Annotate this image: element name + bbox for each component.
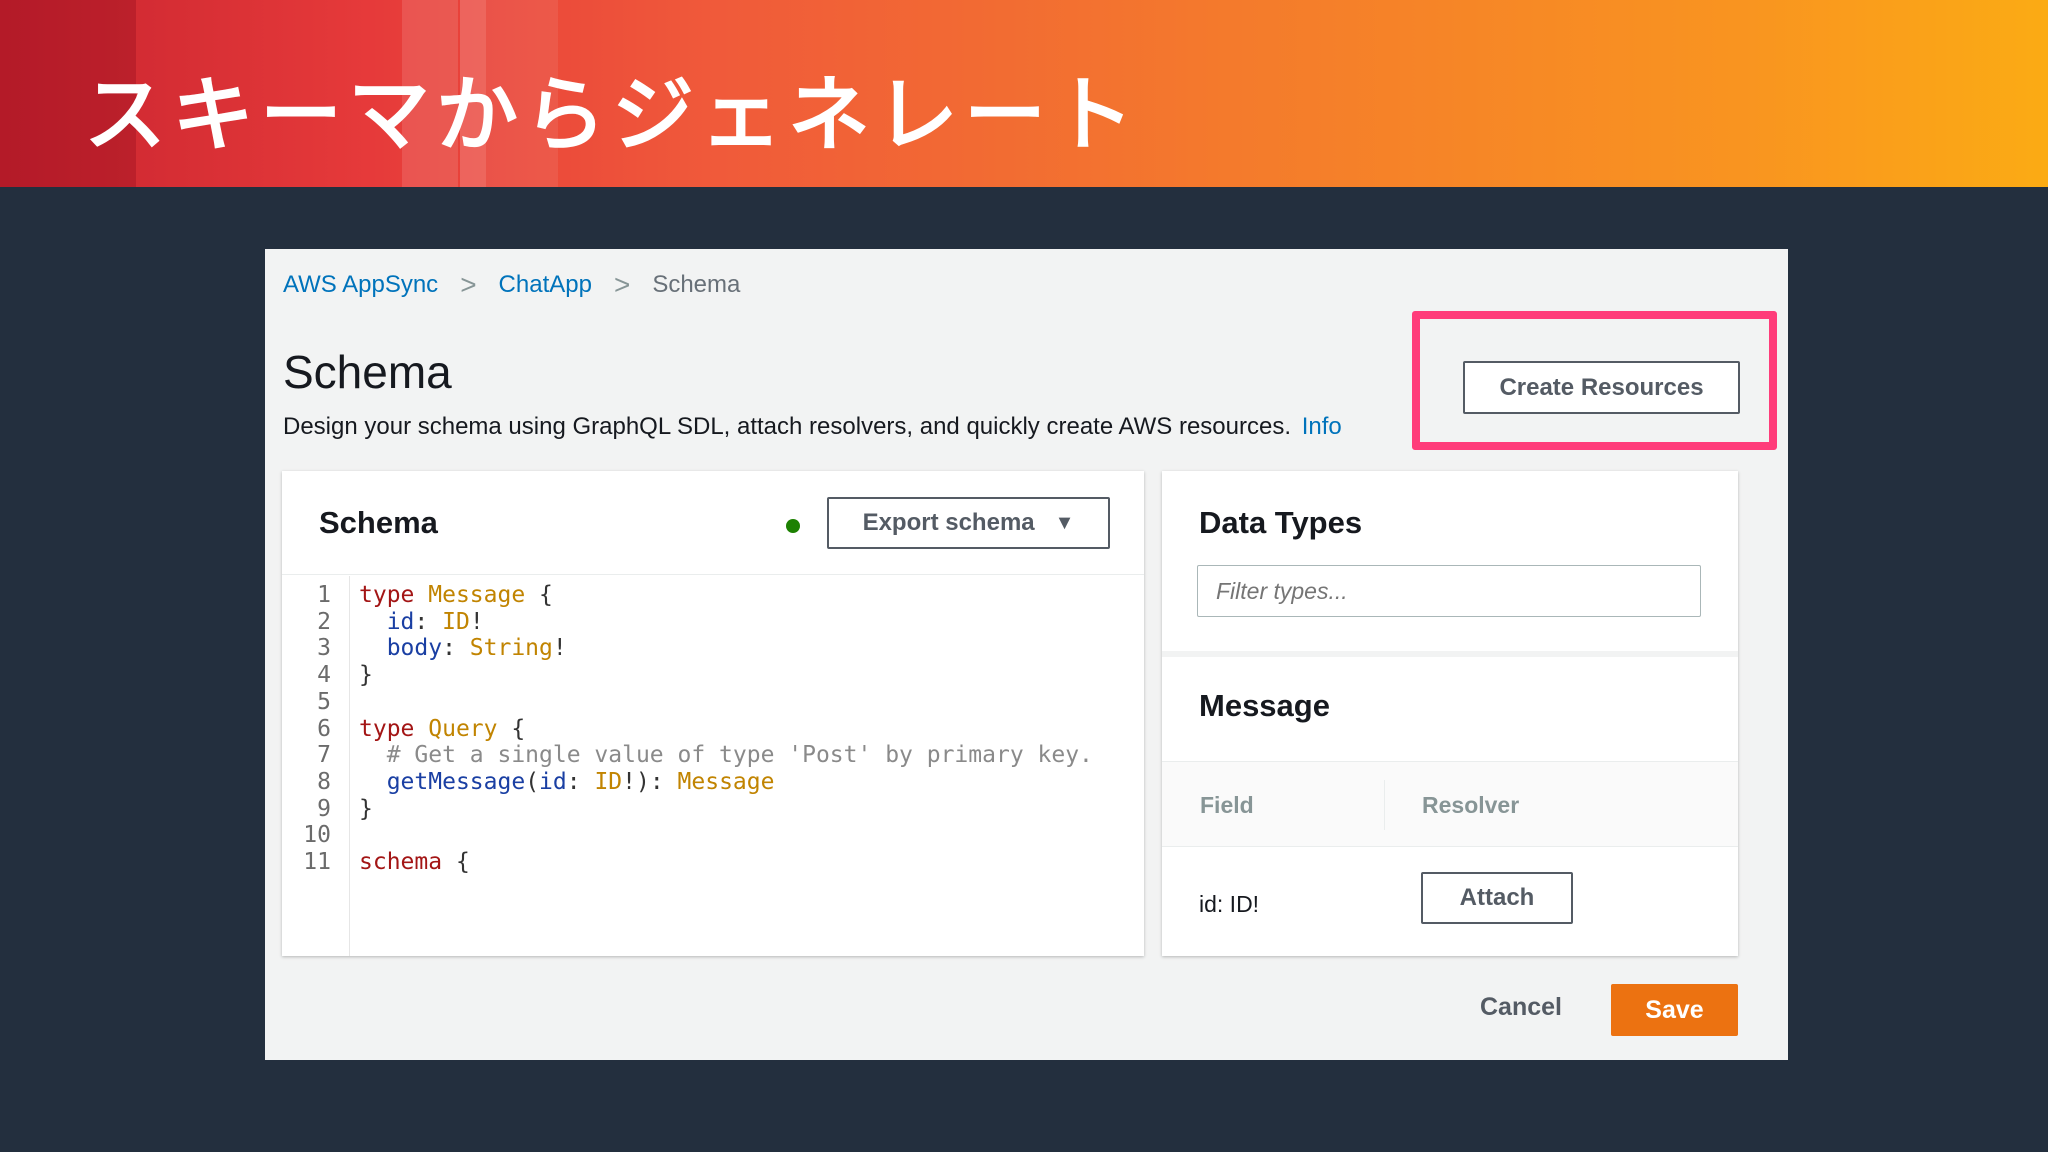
code-token: type — [359, 715, 429, 742]
caret-down-icon: ▼ — [1054, 511, 1075, 534]
column-header-resolver: Resolver — [1422, 792, 1520, 818]
code-token: ( — [525, 768, 540, 795]
breadcrumb: AWS AppSync > ChatApp > Schema — [283, 269, 740, 301]
schema-card-header: Schema Export schema ▼ — [282, 471, 1144, 575]
code-line: type Message { — [359, 582, 553, 608]
code-token: id — [386, 608, 415, 635]
info-link[interactable]: Info — [1302, 413, 1342, 440]
schema-editor-card: Schema Export schema ▼ 1 2 3 4 5 6 7 8 9 10 11 typ… — [282, 471, 1144, 956]
code-token: Query — [428, 715, 498, 742]
schema-card-title: Schema — [319, 505, 438, 540]
chevron-right-icon: > — [460, 269, 477, 300]
title-banner: スキーマからジェネレート — [0, 0, 2048, 187]
line-number: 3 — [317, 635, 331, 662]
code-token: # Get a single value of type 'Post' by p… — [359, 742, 1093, 769]
chevron-right-icon: > — [613, 269, 631, 300]
create-resources-button[interactable]: Create Resources — [1463, 361, 1740, 414]
page-title: Schema — [283, 346, 452, 398]
code-line: } — [359, 662, 373, 688]
code-line: } — [359, 796, 373, 822]
line-number: 8 — [317, 768, 331, 795]
export-schema-button[interactable]: Export schema ▼ — [827, 497, 1110, 549]
table-row-field: id: ID! — [1199, 891, 1260, 917]
section-divider — [1162, 651, 1738, 657]
line-number: 2 — [317, 608, 331, 635]
page-description: Design your schema using GraphQL SDL, at… — [283, 413, 1342, 441]
column-header-field: Field — [1200, 792, 1254, 818]
description-text: Design your schema using GraphQL SDL, at… — [283, 413, 1292, 440]
code-token: schema — [359, 849, 443, 875]
line-number: 11 — [303, 849, 331, 875]
code-token: !): — [622, 768, 678, 795]
code-token: { — [497, 715, 526, 742]
attach-resolver-button[interactable]: Attach — [1421, 872, 1573, 924]
code-token: ! — [469, 608, 484, 635]
code-token: ! — [552, 635, 567, 662]
status-dot-icon — [786, 519, 800, 533]
line-number-gutter: 1 2 3 4 5 6 7 8 9 10 11 — [282, 576, 350, 956]
cancel-button[interactable]: Cancel — [1480, 993, 1562, 1022]
code-token: { — [525, 582, 553, 608]
filter-types-input[interactable] — [1197, 565, 1701, 617]
line-number: 7 — [317, 742, 331, 769]
data-types-title: Data Types — [1199, 505, 1363, 540]
code-token: : — [414, 608, 443, 635]
type-name-heading: Message — [1199, 688, 1330, 723]
line-number: 5 — [317, 688, 331, 715]
line-number: 6 — [317, 715, 331, 742]
breadcrumb-aws-appsync[interactable]: AWS AppSync — [283, 271, 438, 299]
line-number: 4 — [317, 662, 331, 689]
code-token: } — [359, 662, 373, 689]
code-line: getMessage(id: ID!): Message — [359, 768, 775, 795]
code-token: String — [469, 635, 553, 662]
code-token: getMessage — [386, 768, 526, 795]
code-line: body: String! — [359, 635, 567, 661]
code-editor[interactable]: 1 2 3 4 5 6 7 8 9 10 11 type Message { id: ID! bod… — [282, 576, 1144, 956]
fields-table-header: Field Resolver — [1162, 761, 1738, 847]
code-token: Message — [428, 582, 526, 608]
code-token: : — [566, 768, 595, 795]
line-number: 9 — [317, 795, 331, 822]
line-number: 1 — [317, 582, 331, 608]
code-line: type Query { — [359, 716, 525, 742]
line-number: 10 — [303, 822, 331, 849]
code-token: body — [386, 635, 443, 662]
save-button[interactable]: Save — [1611, 984, 1738, 1036]
code-token: } — [359, 795, 373, 822]
banner-title: スキーマからジェネレート — [84, 68, 1141, 163]
breadcrumb-chatapp[interactable]: ChatApp — [499, 271, 592, 299]
appsync-console-panel: AWS AppSync > ChatApp > Schema Schema De… — [265, 249, 1788, 1060]
code-token: ID — [442, 608, 470, 635]
breadcrumb-current: Schema — [652, 271, 741, 298]
code-line: schema { — [359, 849, 470, 875]
code-token: ID — [594, 768, 623, 795]
code-line: # Get a single value of type 'Post' by p… — [359, 742, 1093, 768]
code-token: : — [442, 635, 470, 662]
code-token: Message — [677, 768, 775, 795]
code-token: type — [359, 582, 429, 608]
data-types-card: Data Types Message Field Resolver id: ID… — [1162, 471, 1738, 956]
code-token: { — [442, 849, 470, 875]
code-token: id — [539, 768, 567, 795]
export-schema-label: Export schema — [862, 509, 1035, 536]
code-line: id: ID! — [359, 609, 484, 635]
column-divider — [1384, 780, 1385, 830]
